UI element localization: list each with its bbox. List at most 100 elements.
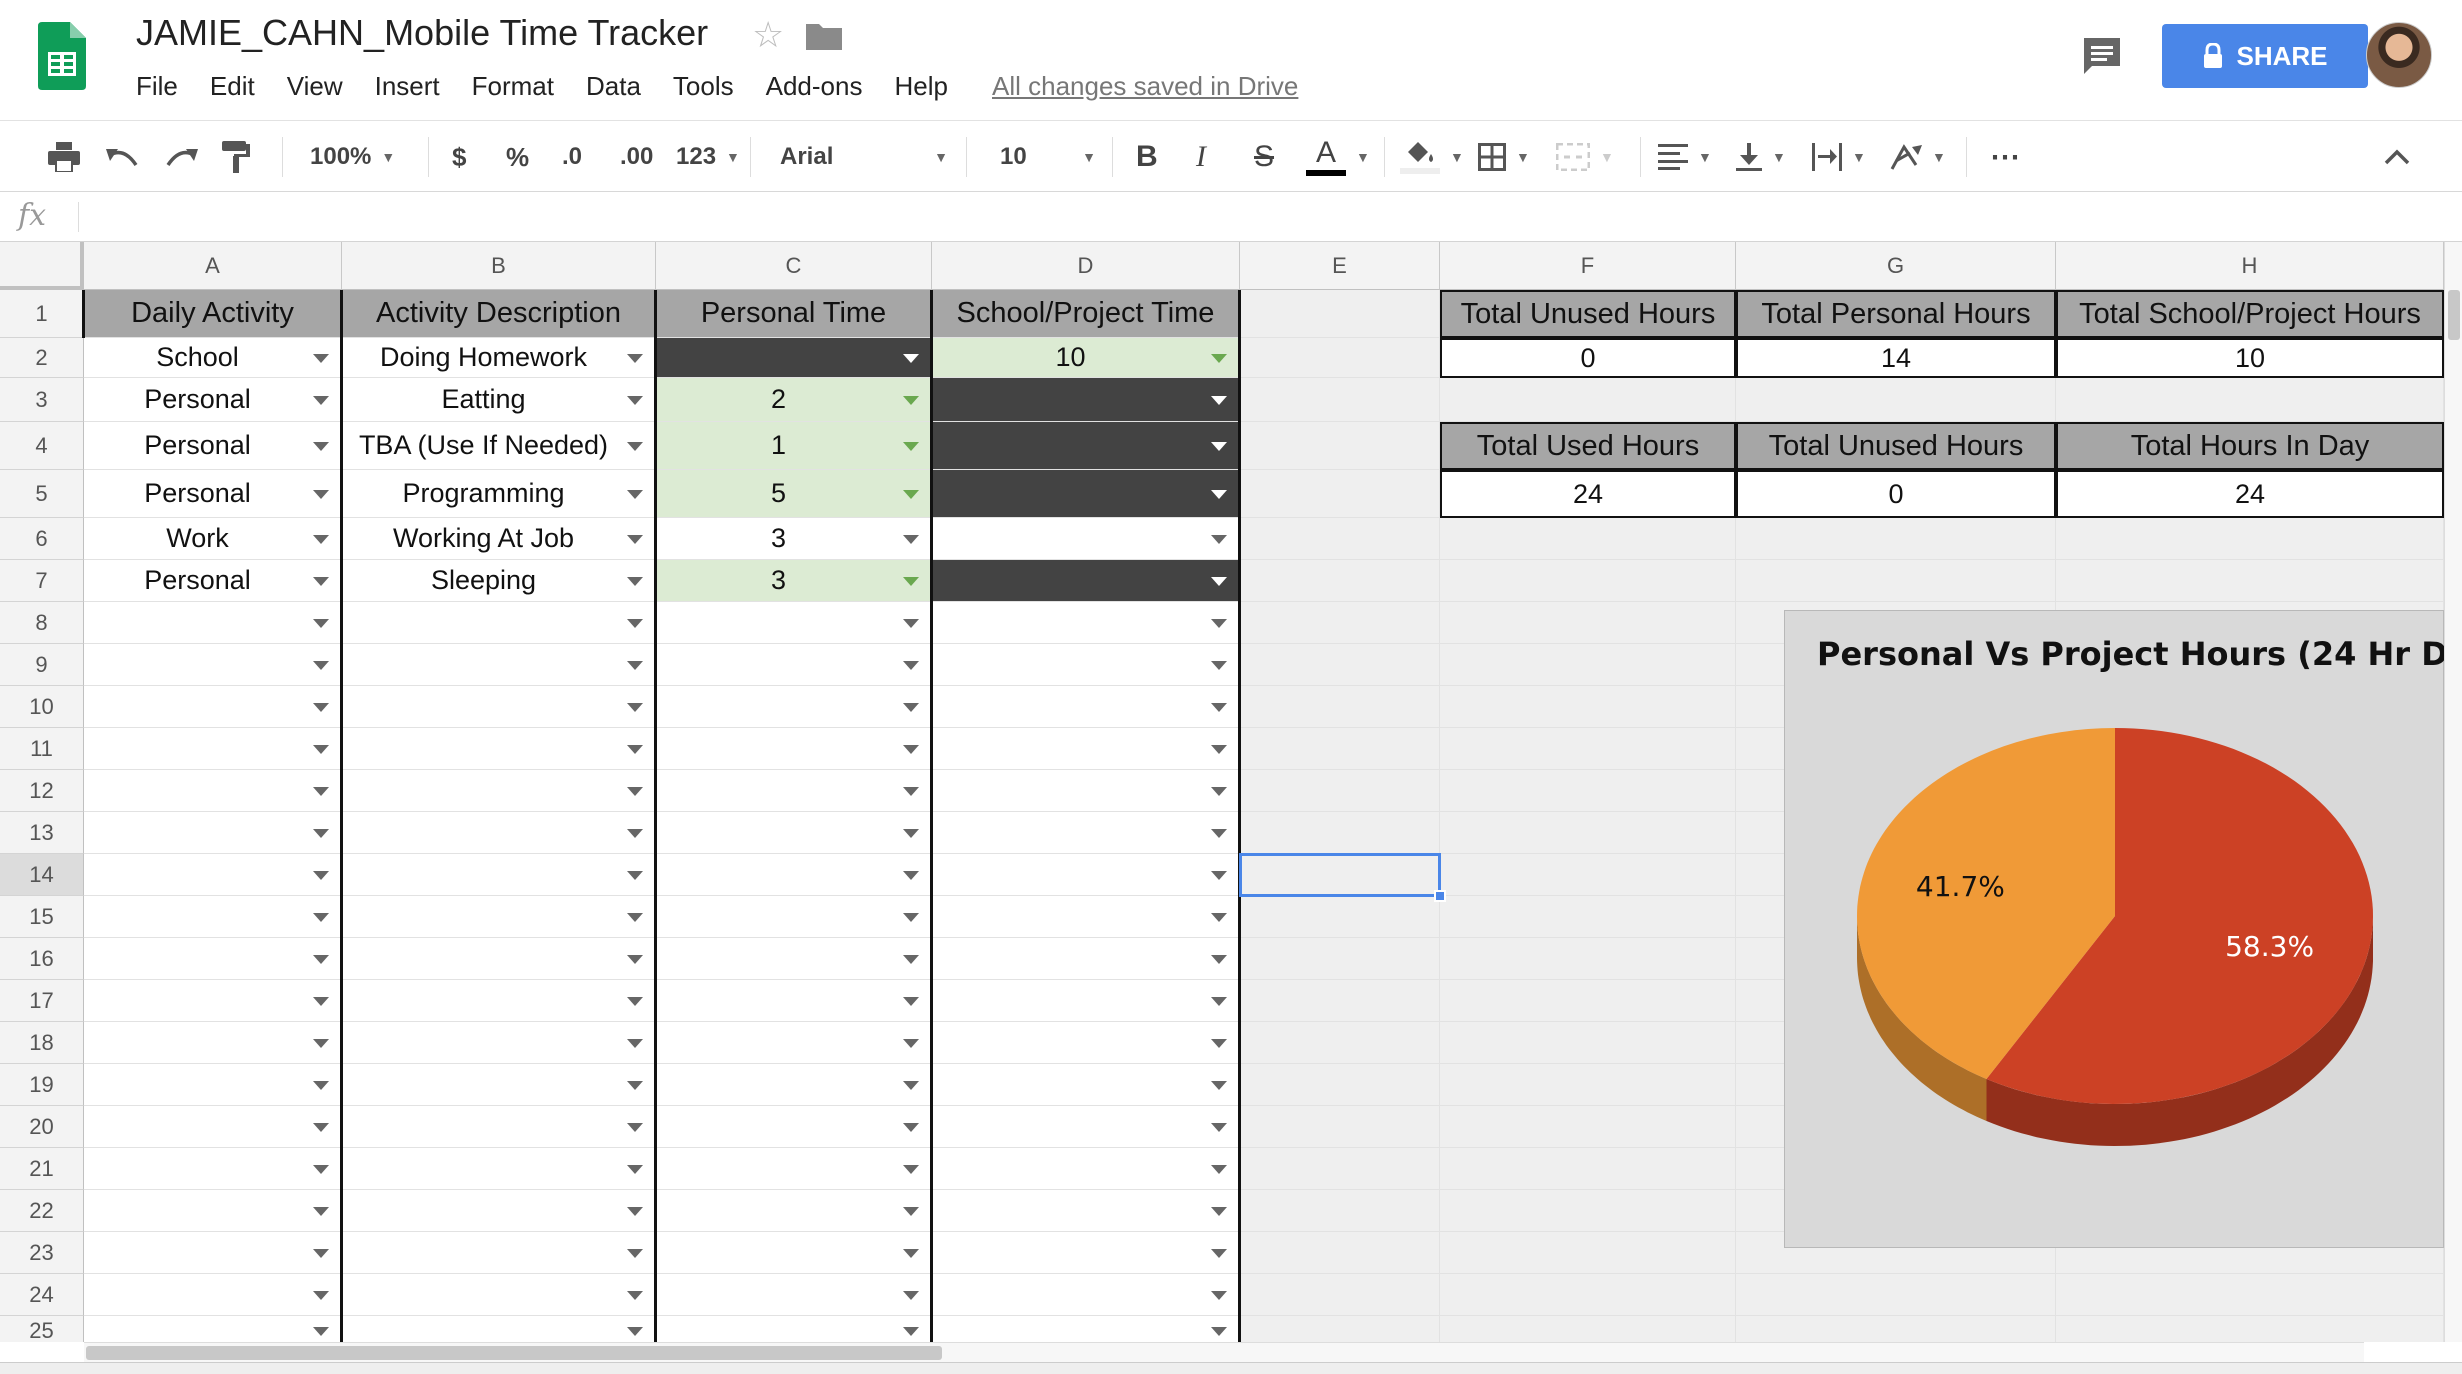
empty-dropdown-cell[interactable] bbox=[84, 980, 342, 1022]
dropdown-arrow-icon[interactable] bbox=[1211, 1164, 1227, 1174]
empty-dropdown-cell[interactable] bbox=[656, 1106, 932, 1148]
empty-dropdown-cell[interactable] bbox=[656, 1274, 932, 1316]
dropdown-arrow-icon[interactable] bbox=[903, 353, 919, 363]
empty-cell[interactable] bbox=[1440, 938, 1736, 980]
dropdown-arrow-icon[interactable] bbox=[1211, 489, 1227, 499]
empty-dropdown-cell[interactable] bbox=[932, 644, 1240, 686]
school-time-cell[interactable] bbox=[932, 470, 1240, 518]
row-header-22[interactable]: 22 bbox=[0, 1190, 84, 1232]
empty-cell[interactable] bbox=[1440, 1274, 1736, 1316]
dropdown-arrow-icon[interactable] bbox=[1211, 441, 1227, 451]
empty-dropdown-cell[interactable] bbox=[656, 896, 932, 938]
school-time-cell[interactable] bbox=[932, 378, 1240, 422]
empty-cell[interactable] bbox=[1240, 338, 1440, 378]
empty-dropdown-cell[interactable] bbox=[342, 1148, 656, 1190]
empty-dropdown-cell[interactable] bbox=[656, 770, 932, 812]
selected-cell-E14[interactable] bbox=[1239, 853, 1441, 897]
dropdown-arrow-icon[interactable] bbox=[313, 828, 329, 838]
empty-cell[interactable] bbox=[1240, 644, 1440, 686]
empty-dropdown-cell[interactable] bbox=[932, 854, 1240, 896]
dropdown-arrow-icon[interactable] bbox=[627, 1080, 643, 1090]
header-cell-3[interactable]: School/Project Time bbox=[932, 290, 1240, 338]
empty-cell[interactable] bbox=[1240, 470, 1440, 518]
empty-cell[interactable] bbox=[1440, 728, 1736, 770]
empty-cell[interactable] bbox=[1240, 770, 1440, 812]
dropdown-arrow-icon[interactable] bbox=[903, 744, 919, 754]
dropdown-arrow-icon[interactable] bbox=[627, 996, 643, 1006]
menu-addons[interactable]: Add-ons bbox=[766, 68, 863, 104]
more-formats-select[interactable]: 123 ▼ bbox=[676, 121, 740, 193]
empty-cell[interactable] bbox=[1240, 290, 1440, 338]
print-icon[interactable] bbox=[48, 121, 80, 193]
empty-dropdown-cell[interactable] bbox=[342, 1274, 656, 1316]
dropdown-arrow-icon[interactable] bbox=[313, 1122, 329, 1132]
column-header-f[interactable]: F bbox=[1440, 242, 1736, 290]
sheets-logo-icon[interactable] bbox=[38, 22, 86, 90]
row-header-14[interactable]: 14 bbox=[0, 854, 84, 896]
empty-dropdown-cell[interactable] bbox=[342, 938, 656, 980]
summary-header-cell[interactable]: Total Hours In Day bbox=[2056, 422, 2444, 470]
dropdown-arrow-icon[interactable] bbox=[903, 954, 919, 964]
summary-header-cell[interactable]: Total Personal Hours bbox=[1736, 290, 2056, 338]
font-select[interactable]: Arial ▼ bbox=[780, 121, 948, 193]
row-header-9[interactable]: 9 bbox=[0, 644, 84, 686]
empty-cell[interactable] bbox=[1240, 980, 1440, 1022]
row-header-5[interactable]: 5 bbox=[0, 470, 84, 518]
pie-chart[interactable]: 58.3% 41.7% Personal Vs Project Hours (24… bbox=[1784, 610, 2462, 1248]
empty-cell[interactable] bbox=[1240, 1232, 1440, 1274]
dropdown-arrow-icon[interactable] bbox=[313, 353, 329, 363]
empty-cell[interactable] bbox=[2056, 1316, 2444, 1342]
horizontal-scrollbar[interactable] bbox=[84, 1342, 2364, 1362]
empty-cell[interactable] bbox=[1240, 896, 1440, 938]
header-cell-1[interactable]: Activity Description bbox=[342, 290, 656, 338]
dropdown-arrow-icon[interactable] bbox=[903, 786, 919, 796]
empty-dropdown-cell[interactable] bbox=[342, 1022, 656, 1064]
empty-cell[interactable] bbox=[1240, 1106, 1440, 1148]
school-time-cell[interactable] bbox=[932, 560, 1240, 602]
summary-header-cell[interactable]: Total School/Project Hours bbox=[2056, 290, 2444, 338]
summary-header-cell[interactable]: Total Unused Hours bbox=[1736, 422, 2056, 470]
empty-dropdown-cell[interactable] bbox=[932, 896, 1240, 938]
dropdown-arrow-icon[interactable] bbox=[903, 1080, 919, 1090]
school-time-cell[interactable] bbox=[932, 518, 1240, 560]
activity-cell[interactable]: Work bbox=[84, 518, 342, 560]
dropdown-arrow-icon[interactable] bbox=[313, 395, 329, 405]
empty-dropdown-cell[interactable] bbox=[342, 602, 656, 644]
empty-dropdown-cell[interactable] bbox=[932, 938, 1240, 980]
row-header-21[interactable]: 21 bbox=[0, 1148, 84, 1190]
menu-insert[interactable]: Insert bbox=[375, 68, 440, 104]
header-cell-0[interactable]: Daily Activity bbox=[84, 290, 342, 338]
dropdown-arrow-icon[interactable] bbox=[1211, 912, 1227, 922]
personal-time-cell[interactable]: 5 bbox=[656, 470, 932, 518]
empty-dropdown-cell[interactable] bbox=[656, 1064, 932, 1106]
dropdown-arrow-icon[interactable] bbox=[313, 786, 329, 796]
personal-time-cell[interactable]: 2 bbox=[656, 378, 932, 422]
summary-value-cell[interactable]: 24 bbox=[2056, 470, 2444, 518]
personal-time-cell[interactable]: 3 bbox=[656, 560, 932, 602]
empty-dropdown-cell[interactable] bbox=[932, 686, 1240, 728]
empty-dropdown-cell[interactable] bbox=[932, 728, 1240, 770]
empty-dropdown-cell[interactable] bbox=[84, 1232, 342, 1274]
empty-cell[interactable] bbox=[1440, 602, 1736, 644]
empty-cell[interactable] bbox=[1240, 1022, 1440, 1064]
row-header-13[interactable]: 13 bbox=[0, 812, 84, 854]
star-icon[interactable]: ☆ bbox=[752, 14, 784, 56]
row-header-23[interactable]: 23 bbox=[0, 1232, 84, 1274]
row-header-18[interactable]: 18 bbox=[0, 1022, 84, 1064]
dropdown-arrow-icon[interactable] bbox=[627, 912, 643, 922]
paint-format-icon[interactable] bbox=[222, 121, 250, 193]
summary-value-cell[interactable]: 14 bbox=[1736, 338, 2056, 378]
summary-header-cell[interactable]: Total Used Hours bbox=[1440, 422, 1736, 470]
header-cell-2[interactable]: Personal Time bbox=[656, 290, 932, 338]
row-header-1[interactable]: 1 bbox=[0, 290, 84, 338]
empty-dropdown-cell[interactable] bbox=[656, 1232, 932, 1274]
activity-cell[interactable]: Personal bbox=[84, 422, 342, 470]
row-header-16[interactable]: 16 bbox=[0, 938, 84, 980]
school-time-cell[interactable]: 10 bbox=[932, 338, 1240, 378]
share-button[interactable]: SHARE bbox=[2162, 24, 2368, 88]
text-wrapping-button[interactable]: ▼ bbox=[1812, 121, 1866, 193]
empty-dropdown-cell[interactable] bbox=[342, 854, 656, 896]
personal-time-cell[interactable] bbox=[656, 338, 932, 378]
dropdown-arrow-icon[interactable] bbox=[1211, 576, 1227, 586]
row-header-20[interactable]: 20 bbox=[0, 1106, 84, 1148]
